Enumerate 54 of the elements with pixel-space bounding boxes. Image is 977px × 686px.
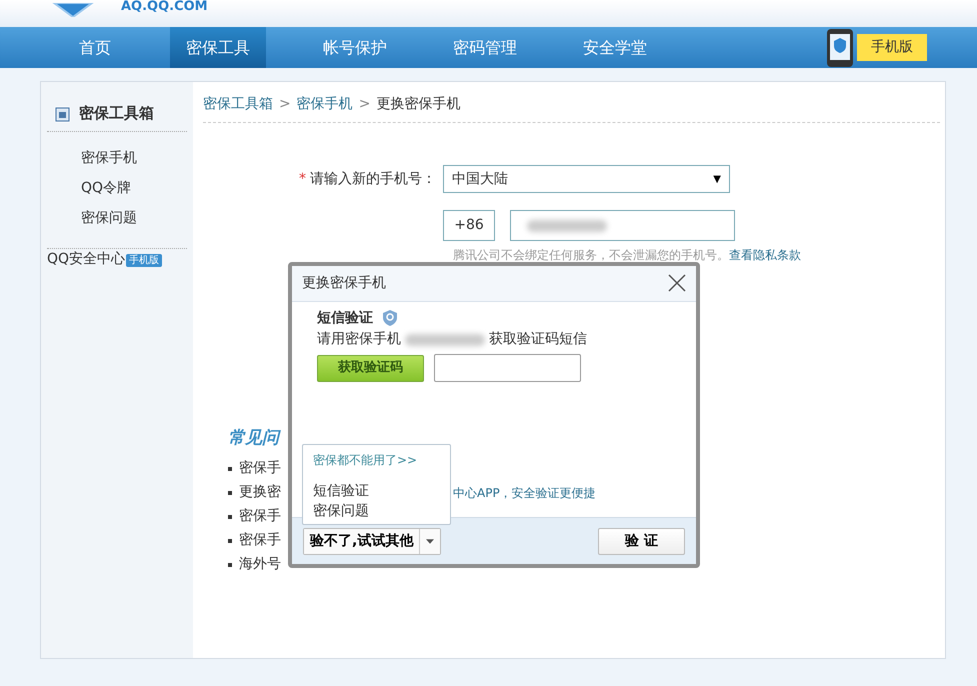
breadcrumb-separator: > <box>279 95 291 114</box>
menu-item[interactable]: 短信验证 <box>313 481 440 501</box>
dropdown-toggle-button[interactable] <box>420 528 440 554</box>
region-select[interactable]: 中国大陆 ▼ <box>443 165 730 193</box>
menu-link[interactable]: 密保都不能用了>> <box>313 451 440 469</box>
field-label: 请输入新的手机号： <box>310 170 436 186</box>
faq-item[interactable]: 更换密 <box>239 482 281 503</box>
phone-icon <box>825 28 855 68</box>
sidebar-item[interactable]: QQ安全中心 手机版 <box>47 250 162 266</box>
get-code-button[interactable]: 获取验证码 <box>317 354 424 382</box>
caret-icon <box>426 538 434 544</box>
required-mark: * <box>299 170 306 186</box>
breadcrumb-link[interactable]: 密保工具箱 <box>203 94 273 115</box>
bullet-icon <box>228 490 232 494</box>
section-title: 短信验证 <box>317 309 373 328</box>
nav-tab[interactable]: 密保工具 <box>170 27 266 68</box>
phone-input-field[interactable] <box>510 210 735 241</box>
bullet-icon <box>228 538 232 542</box>
sidebar-title: 密保工具箱 <box>79 103 154 124</box>
sidebar-item[interactable]: 密保手机 <box>47 142 187 172</box>
faq-title: 常见问 <box>228 427 282 450</box>
instruction-text: 请用密保手机 <box>317 330 401 349</box>
bullet-icon <box>228 466 232 470</box>
instruction-text: 获取验证码短信 <box>489 330 587 349</box>
nav-tab[interactable]: 密码管理 <box>430 27 540 68</box>
faq-item[interactable]: 密保手 <box>239 506 281 527</box>
shield-help-icon[interactable] <box>383 310 397 326</box>
toolbox-icon <box>55 106 71 122</box>
hint-text: 腾讯公司不会绑定任何服务，不会泄漏您的手机号。 <box>453 248 729 262</box>
breadcrumb-link[interactable]: 密保手机 <box>296 94 353 115</box>
mobile-badge: 手机版 <box>126 254 162 266</box>
sidebar-item[interactable]: 密保问题 <box>47 202 187 232</box>
country-code-field[interactable]: +86 <box>443 210 495 241</box>
code-input-field[interactable] <box>434 354 581 382</box>
site-name: AQ.QQ.COM <box>121 0 208 13</box>
verify-button[interactable]: 验 证 <box>598 528 685 554</box>
fallback-button[interactable]: 验不了,试试其他 <box>304 528 420 554</box>
logo-icon <box>50 3 96 18</box>
breadcrumb-current: 更换密保手机 <box>376 95 460 114</box>
mobile-version-tag[interactable]: 手机版 <box>857 34 927 61</box>
nav-tab[interactable]: 安全学堂 <box>560 27 670 68</box>
faq-item[interactable]: 密保手 <box>239 458 281 479</box>
bullet-icon <box>228 562 232 566</box>
menu-item[interactable]: 密保问题 <box>313 501 440 521</box>
dialog-title: 更换密保手机 <box>302 274 386 293</box>
privacy-link[interactable]: 查看隐私条款 <box>729 248 801 262</box>
faq-item[interactable]: 密保手 <box>239 530 281 551</box>
faq-item[interactable]: 海外号 <box>239 554 281 575</box>
sidebar-item[interactable]: QQ令牌 <box>47 172 187 202</box>
breadcrumb-separator: > <box>358 95 370 114</box>
bullet-icon <box>228 514 232 518</box>
nav-tab[interactable]: 首页 <box>40 27 150 68</box>
close-icon[interactable] <box>668 274 686 292</box>
app-link[interactable]: 中心APP，安全验证更便捷 <box>453 484 596 502</box>
